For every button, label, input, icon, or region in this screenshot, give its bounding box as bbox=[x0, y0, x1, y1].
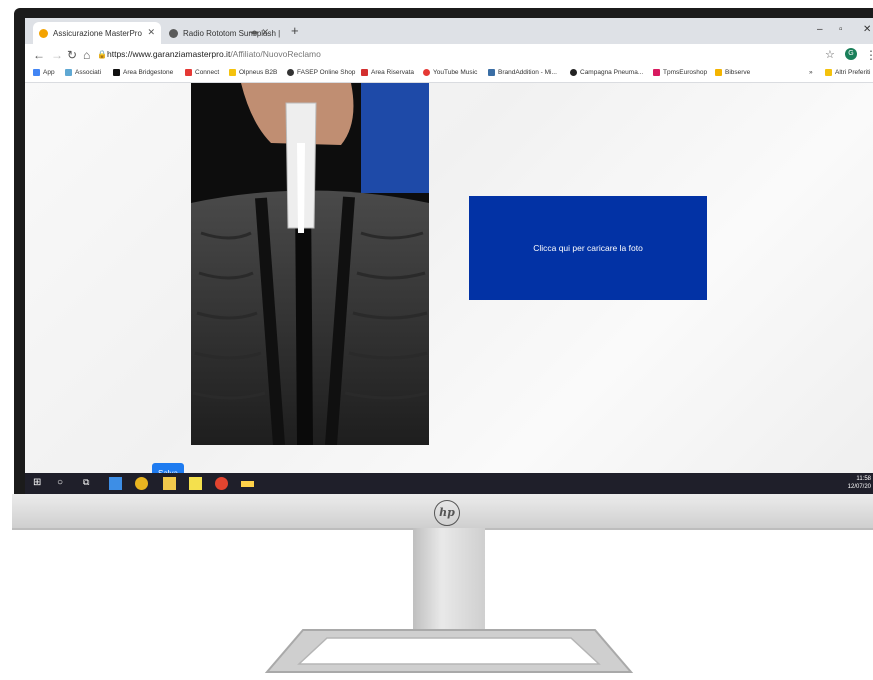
menu-icon[interactable]: ⋮ bbox=[865, 48, 873, 62]
bookmark-favicon-icon bbox=[715, 69, 722, 76]
tab-radio-rototom[interactable]: Radio Rototom Sunsplash | ◂▸ ✕ bbox=[163, 22, 283, 44]
bookmark-favicon-icon bbox=[229, 69, 236, 76]
address-bar: ← → ↻ ⌂ 🔒 https://www.garanziamasterpro.… bbox=[25, 44, 873, 66]
tab-title: Assicurazione MasterPro bbox=[53, 28, 142, 38]
bookmark-label: TpmsEuroshop bbox=[663, 69, 708, 76]
rototom-favicon-icon bbox=[169, 28, 178, 38]
bookmark-label: Altri Preferiti bbox=[835, 69, 871, 76]
url-path: /Affiliato/NuovoReclamo bbox=[230, 49, 321, 59]
bookmark-label: Bibserve bbox=[725, 69, 751, 76]
bookmark-item[interactable]: Area Bridgestone bbox=[113, 69, 173, 76]
browser-tab-bar: Assicurazione MasterPro ✕ Radio Rototom … bbox=[25, 18, 873, 44]
bookmark-label: Area Bridgestone bbox=[123, 69, 174, 76]
bookmark-favicon-icon bbox=[570, 69, 577, 76]
bookmark-item[interactable]: Associati bbox=[65, 69, 101, 76]
bookmark-label: BrandAddition - Mi... bbox=[498, 69, 557, 76]
bookmark-label: Connect bbox=[195, 69, 220, 76]
bookmark-item[interactable]: BrandAddition - Mi... bbox=[488, 69, 557, 76]
hp-logo-icon: hp bbox=[434, 500, 460, 526]
explorer-icon[interactable] bbox=[109, 477, 122, 490]
page-content: Clicca qui per caricare la foto Salva bbox=[25, 83, 873, 483]
close-tab-icon[interactable]: ✕ bbox=[147, 27, 155, 38]
back-arrow-icon[interactable]: ← bbox=[33, 48, 45, 62]
file-manager-icon[interactable] bbox=[163, 477, 176, 490]
clock: 11:58 12/07/20 bbox=[848, 475, 871, 491]
folder-icon bbox=[825, 69, 832, 76]
bookmark-label: Campagna Pneuma... bbox=[580, 69, 644, 76]
bookmark-label: App bbox=[43, 69, 55, 76]
bookmark-label: Associati bbox=[75, 69, 102, 76]
monitor-stand-base bbox=[264, 629, 634, 673]
bookmark-item[interactable]: App bbox=[33, 69, 55, 76]
home-icon[interactable]: ⌂ bbox=[83, 48, 90, 62]
tire-photo bbox=[191, 83, 429, 445]
tab-assicurazione[interactable]: Assicurazione MasterPro ✕ bbox=[33, 22, 161, 44]
bookmark-label: YouTube Music bbox=[433, 69, 478, 76]
apps-grid-icon bbox=[33, 69, 40, 76]
bookmark-favicon-icon bbox=[488, 69, 495, 76]
close-tab-icon[interactable]: ◂▸ ✕ bbox=[250, 27, 269, 38]
bookmark-label: Area Riservata bbox=[371, 69, 414, 76]
bookmark-favicon-icon bbox=[65, 69, 72, 76]
masterpro-favicon-icon bbox=[39, 28, 48, 38]
bookmark-item[interactable]: Olpneus B2B bbox=[229, 69, 277, 76]
screen: Assicurazione MasterPro ✕ Radio Rototom … bbox=[25, 18, 873, 494]
chrome-icon[interactable] bbox=[135, 477, 148, 490]
bookmark-favicon-icon bbox=[361, 69, 368, 76]
profile-avatar[interactable]: G bbox=[845, 48, 857, 60]
upload-photo-button[interactable]: Clicca qui per caricare la foto bbox=[469, 196, 707, 300]
bookmark-item[interactable]: YouTube Music bbox=[423, 69, 477, 76]
url-host: https://www.garanziamasterpro.it bbox=[107, 49, 231, 59]
more-bookmarks-icon[interactable]: » bbox=[809, 69, 813, 76]
bookmark-favicon-icon bbox=[287, 69, 294, 76]
minimize-icon[interactable]: – bbox=[817, 24, 823, 35]
forward-arrow-icon[interactable]: → bbox=[51, 48, 63, 62]
clock-date: 12/07/20 bbox=[847, 484, 871, 490]
new-tab-icon[interactable]: + bbox=[291, 23, 299, 38]
bookmark-item[interactable]: TpmsEuroshop bbox=[653, 69, 707, 76]
bookmark-item[interactable]: Bibserve bbox=[715, 69, 750, 76]
bookmark-item[interactable]: Area Riservata bbox=[361, 69, 414, 76]
reload-icon[interactable]: ↻ bbox=[67, 48, 77, 62]
youtube-music-icon bbox=[423, 69, 430, 76]
lock-icon: 🔒 bbox=[97, 50, 107, 59]
bookmark-favicon-icon bbox=[113, 69, 120, 76]
app-icon[interactable] bbox=[241, 481, 254, 487]
task-view-icon[interactable]: ⧉ bbox=[83, 477, 96, 490]
bookmark-item[interactable]: Campagna Pneuma... bbox=[570, 69, 643, 76]
taskbar: ⊞ ○ ⧉ 11:58 12/07/20 bbox=[25, 473, 873, 494]
bookmark-label: Olpneus B2B bbox=[239, 69, 278, 76]
search-icon[interactable]: ○ bbox=[57, 477, 70, 490]
bookmark-favicon-icon bbox=[185, 69, 192, 76]
bookmark-label: FASEP Online Shop bbox=[297, 69, 356, 76]
bookmark-item[interactable]: Connect bbox=[185, 69, 219, 76]
bookmark-item[interactable]: FASEP Online Shop bbox=[287, 69, 355, 76]
close-window-icon[interactable]: ✕ bbox=[863, 24, 871, 35]
url-field[interactable]: https://www.garanziamasterpro.it/Affilia… bbox=[107, 49, 321, 59]
sticky-notes-icon[interactable] bbox=[189, 477, 202, 490]
app-icon[interactable] bbox=[215, 477, 228, 490]
bookmark-folder[interactable]: Altri Preferiti bbox=[825, 69, 870, 76]
bookmark-star-icon[interactable]: ☆ bbox=[825, 48, 835, 61]
clock-time: 11:58 bbox=[856, 476, 871, 482]
windows-start-icon[interactable]: ⊞ bbox=[33, 477, 46, 490]
bookmark-favicon-icon bbox=[653, 69, 660, 76]
maximize-icon[interactable]: ▫ bbox=[839, 24, 843, 35]
bookmarks-bar: App Associati Area Bridgestone Connect O… bbox=[25, 66, 873, 83]
